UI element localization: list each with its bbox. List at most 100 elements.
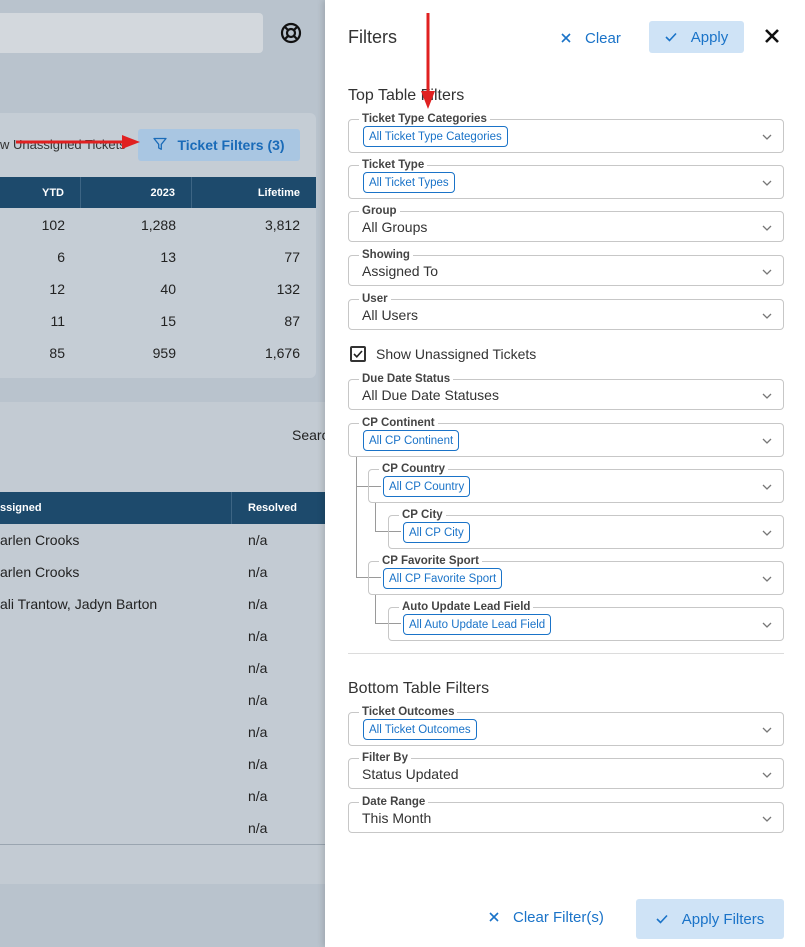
table-cell: 102: [41, 217, 65, 233]
filter-by-select[interactable]: Filter By Status Updated: [348, 751, 784, 789]
table-row[interactable]: 102 1,288 3,812: [0, 209, 316, 241]
resolved-cell: n/a: [248, 660, 268, 676]
clear-filters-button[interactable]: Clear Filter(s): [489, 909, 604, 926]
group-select[interactable]: Group All Groups: [348, 204, 784, 242]
table-cell: 11: [50, 313, 65, 329]
field-label: CP Country: [379, 462, 449, 476]
table-cell: 1,288: [140, 217, 176, 233]
checkbox-checked-icon[interactable]: [350, 346, 366, 362]
panel-title: Filters: [348, 27, 397, 47]
divider: [0, 844, 325, 845]
table-row[interactable]: n/a: [0, 684, 325, 716]
cp-favorite-sport-select[interactable]: CP Favorite Sport All CP Favorite Sport: [368, 554, 784, 595]
top-table-header: YTD 2023 Lifetime: [0, 177, 316, 208]
apply-filters-label: Apply Filters: [681, 910, 765, 928]
table-cell: 77: [284, 249, 300, 265]
due-date-status-select[interactable]: Due Date Status All Due Date Statuses: [348, 372, 784, 410]
table-cell: 1,676: [264, 345, 300, 361]
resolved-cell: n/a: [248, 724, 268, 740]
ticket-outcomes-select[interactable]: Ticket Outcomes All Ticket Outcomes: [348, 705, 784, 746]
table-row[interactable]: n/a: [0, 652, 325, 684]
user-select[interactable]: User All Users: [348, 292, 784, 330]
field-label: Ticket Type: [359, 158, 428, 172]
clear-filters-label: Clear Filter(s): [513, 909, 604, 926]
selected-chip[interactable]: All CP City: [403, 522, 470, 543]
table-cell: 85: [49, 345, 65, 361]
selected-value: All Users: [362, 307, 419, 323]
ticket-type-categories-select[interactable]: Ticket Type Categories All Ticket Type C…: [348, 112, 784, 153]
ticket-filters-button[interactable]: Ticket Filters (3): [138, 129, 300, 161]
resolved-cell: n/a: [248, 628, 268, 644]
table-cell: 959: [152, 345, 176, 361]
selected-chip[interactable]: All Ticket Types: [363, 172, 455, 193]
chevron-down-icon: [762, 134, 772, 140]
cp-continent-select[interactable]: CP Continent All CP Continent: [348, 416, 784, 457]
annotation-arrow-icon: [421, 13, 435, 109]
assigned-cell: ali Trantow, Jadyn Barton: [0, 596, 158, 612]
table-cell: 15: [160, 313, 176, 329]
field-label: Due Date Status: [359, 372, 454, 386]
table-row[interactable]: n/a: [0, 748, 325, 780]
selected-chip[interactable]: All CP Continent: [363, 430, 460, 451]
table-row[interactable]: 6 13 77: [0, 241, 316, 273]
selected-chip[interactable]: All Ticket Type Categories: [363, 126, 508, 147]
check-icon: [665, 29, 677, 46]
selected-chip[interactable]: All CP Country: [383, 476, 471, 497]
column-header-lifetime[interactable]: Lifetime: [192, 177, 316, 208]
table-row[interactable]: n/a: [0, 716, 325, 748]
search-label: Searc: [292, 427, 325, 443]
table-row[interactable]: n/a: [0, 780, 325, 812]
table-cell: 6: [57, 249, 65, 265]
clear-label: Clear: [585, 29, 621, 47]
table-row[interactable]: 11 15 87: [0, 305, 316, 337]
ticket-type-select[interactable]: Ticket Type All Ticket Types: [348, 158, 784, 199]
table-cell: 12: [49, 281, 65, 297]
table-cell: 13: [160, 249, 176, 265]
auto-update-lead-field-select[interactable]: Auto Update Lead Field All Auto Update L…: [388, 600, 784, 641]
resolved-cell: n/a: [248, 756, 268, 772]
chevron-down-icon: [762, 772, 772, 778]
table-row[interactable]: n/a: [0, 812, 325, 844]
showing-select[interactable]: Showing Assigned To: [348, 248, 784, 286]
column-header-2023[interactable]: 2023: [81, 177, 192, 208]
section-divider: [348, 653, 784, 654]
chevron-down-icon: [762, 576, 772, 582]
column-header-ytd[interactable]: YTD: [0, 177, 81, 208]
table-row[interactable]: n/a: [0, 620, 325, 652]
selected-value: This Month: [362, 810, 432, 826]
search-bar[interactable]: [0, 13, 263, 53]
cp-city-select[interactable]: CP City All CP City: [388, 508, 784, 549]
resolved-cell: n/a: [248, 788, 268, 804]
selected-chip[interactable]: All Auto Update Lead Field: [403, 614, 552, 635]
selected-chip[interactable]: All CP Favorite Sport: [383, 568, 503, 589]
check-icon: [656, 911, 668, 928]
selected-value: Assigned To: [362, 263, 439, 279]
column-header-assigned[interactable]: ssigned: [0, 492, 232, 524]
cp-country-select[interactable]: CP Country All CP Country: [368, 462, 784, 503]
chevron-down-icon: [762, 313, 772, 319]
date-range-select[interactable]: Date Range This Month: [348, 795, 784, 833]
table-row[interactable]: ali Trantow, Jadyn Barton n/a: [0, 588, 325, 620]
ticket-filters-label: Ticket Filters (3): [177, 137, 285, 153]
close-icon[interactable]: [763, 27, 781, 45]
show-unassigned-checkbox[interactable]: Show Unassigned Tickets: [350, 346, 536, 362]
filters-panel: Filters Clear Apply Top Table Filters Ti…: [325, 0, 805, 947]
table-row[interactable]: arlen Crooks n/a: [0, 556, 325, 588]
selected-chip[interactable]: All Ticket Outcomes: [363, 719, 477, 740]
chevron-down-icon: [762, 438, 772, 444]
chevron-down-icon: [762, 727, 772, 733]
chevron-down-icon: [762, 269, 772, 275]
resolved-cell: n/a: [248, 564, 268, 580]
close-icon: [561, 30, 571, 47]
field-label: Date Range: [359, 795, 429, 809]
column-header-resolved[interactable]: Resolved: [232, 492, 325, 524]
apply-button[interactable]: Apply: [649, 21, 744, 53]
help-ring-icon[interactable]: [279, 21, 303, 45]
apply-filters-button[interactable]: Apply Filters: [636, 899, 784, 939]
table-row[interactable]: 12 40 132: [0, 273, 316, 305]
chevron-down-icon: [762, 484, 772, 490]
clear-button[interactable]: Clear: [561, 27, 621, 49]
selected-value: Status Updated: [362, 766, 459, 782]
table-row[interactable]: 85 959 1,676: [0, 337, 316, 369]
table-row[interactable]: arlen Crooks n/a: [0, 524, 325, 556]
